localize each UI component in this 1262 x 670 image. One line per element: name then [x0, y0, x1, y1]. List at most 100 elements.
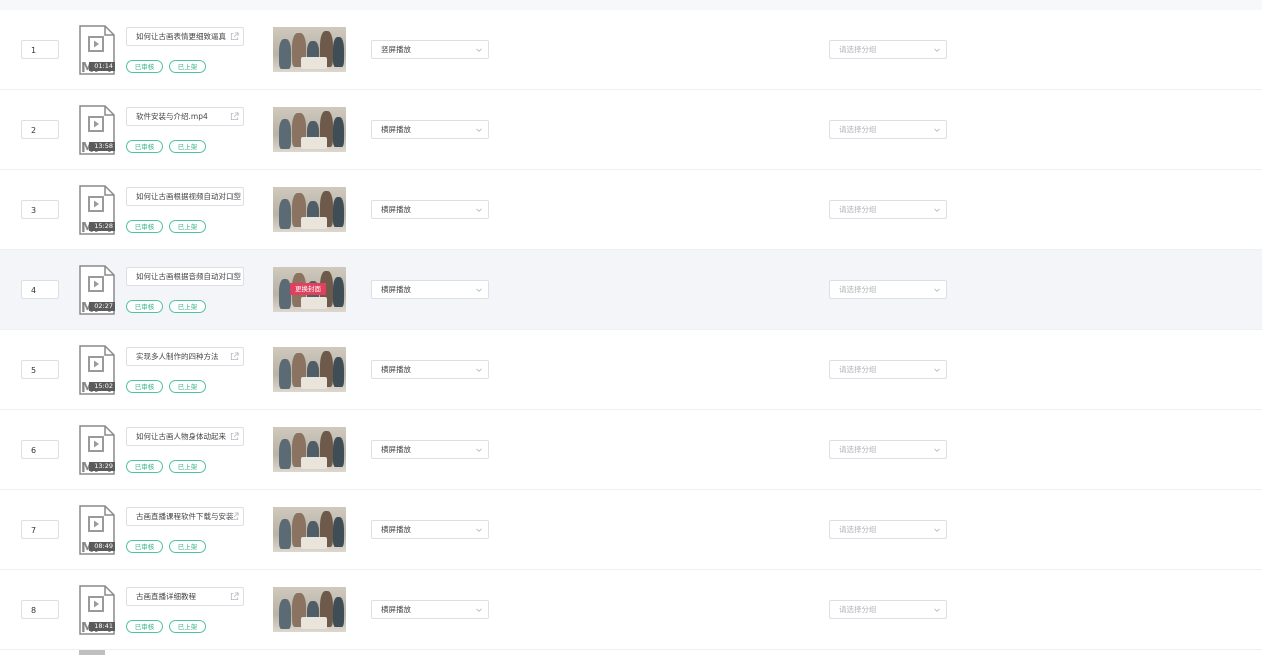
- order-input[interactable]: 3: [21, 200, 59, 219]
- external-link-icon[interactable]: [230, 192, 239, 201]
- chevron-down-icon: [934, 608, 940, 612]
- chevron-down-icon: [934, 128, 940, 132]
- chevron-down-icon: [934, 368, 940, 372]
- change-cover-button[interactable]: 更换封面: [290, 283, 326, 295]
- title-input[interactable]: 如何让古画根据音频自动对口型: [126, 267, 244, 286]
- group-select[interactable]: 请选择分组: [829, 120, 947, 139]
- duration-label: 13:29: [89, 462, 115, 471]
- shelf-status-tag: 已上架: [169, 300, 206, 313]
- external-link-icon[interactable]: [230, 352, 239, 361]
- title-input[interactable]: 如何让古画表情更细致逼真: [126, 27, 244, 46]
- shelf-status-tag: 已上架: [169, 140, 206, 153]
- review-status-tag: 已审核: [126, 300, 163, 313]
- duration-label: 08:49: [89, 542, 115, 551]
- video-thumbnail[interactable]: [273, 507, 346, 552]
- title-input[interactable]: 如何让古画根据视频自动对口型: [126, 187, 244, 206]
- external-link-icon[interactable]: [230, 112, 239, 121]
- play-mode-select[interactable]: 横屏播放: [371, 440, 489, 459]
- group-select[interactable]: 请选择分组: [829, 40, 947, 59]
- duration-label: 02:27: [89, 302, 115, 311]
- group-select[interactable]: 请选择分组: [829, 600, 947, 619]
- video-list: 1 MP4 01:14 如何让古画表情更细致逼真 已审核 已上架: [0, 10, 1262, 650]
- review-status-tag: 已审核: [126, 140, 163, 153]
- title-input[interactable]: 古画直播详细教程: [126, 587, 244, 606]
- shelf-status-tag: 已上架: [169, 60, 206, 73]
- group-select[interactable]: 请选择分组: [829, 280, 947, 299]
- table-row: 7 MP4 08:49 古画直播课程软件下载与安装 已审核 已上架: [0, 490, 1262, 570]
- chevron-down-icon: [476, 368, 482, 372]
- chevron-down-icon: [476, 288, 482, 292]
- order-input[interactable]: 4: [21, 280, 59, 299]
- table-row: 2 MP4 13:58 软件安装与介绍.mp4 已审核 已上架: [0, 90, 1262, 170]
- review-status-tag: 已审核: [126, 60, 163, 73]
- play-mode-select[interactable]: 横屏播放: [371, 200, 489, 219]
- external-link-icon[interactable]: [230, 432, 239, 441]
- chevron-down-icon: [934, 208, 940, 212]
- order-input[interactable]: 5: [21, 360, 59, 379]
- video-thumbnail[interactable]: [273, 187, 346, 232]
- table-row: 6 MP4 13:29 如何让古画人物身体动起来 已审核 已上架: [0, 410, 1262, 490]
- review-status-tag: 已审核: [126, 460, 163, 473]
- chevron-down-icon: [934, 528, 940, 532]
- video-thumbnail[interactable]: [273, 107, 346, 152]
- table-header-strip: [0, 0, 1262, 10]
- external-link-icon[interactable]: [230, 32, 239, 41]
- title-input[interactable]: 古画直播课程软件下载与安装: [126, 507, 244, 526]
- chevron-down-icon: [934, 288, 940, 292]
- video-thumbnail[interactable]: [273, 427, 346, 472]
- chevron-down-icon: [934, 448, 940, 452]
- video-thumbnail[interactable]: [273, 27, 346, 72]
- play-mode-select[interactable]: 横屏播放: [371, 280, 489, 299]
- review-status-tag: 已审核: [126, 380, 163, 393]
- table-row: 4 MP4 02:27 如何让古画根据音频自动对口型 已审核 已上架: [0, 250, 1262, 330]
- video-thumbnail[interactable]: [273, 587, 346, 632]
- play-mode-select[interactable]: 横屏播放: [371, 120, 489, 139]
- external-link-icon[interactable]: [230, 512, 239, 521]
- chevron-down-icon: [476, 208, 482, 212]
- mp4-file-icon: MP4 15:28: [79, 185, 115, 235]
- duration-label: 18:41: [89, 622, 115, 631]
- group-select[interactable]: 请选择分组: [829, 200, 947, 219]
- table-row: 8 MP4 18:41 古画直播详细教程 已审核 已上架: [0, 570, 1262, 650]
- mp4-file-icon: MP4 15:02: [79, 345, 115, 395]
- shelf-status-tag: 已上架: [169, 380, 206, 393]
- review-status-tag: 已审核: [126, 220, 163, 233]
- group-select[interactable]: 请选择分组: [829, 360, 947, 379]
- group-select[interactable]: 请选择分组: [829, 520, 947, 539]
- order-input[interactable]: 6: [21, 440, 59, 459]
- mp4-file-icon: MP4 18:41: [79, 585, 115, 635]
- shelf-status-tag: 已上架: [169, 540, 206, 553]
- table-row: 3 MP4 15:28 如何让古画根据视频自动对口型 已审核 已上架: [0, 170, 1262, 250]
- chevron-down-icon: [476, 48, 482, 52]
- shelf-status-tag: 已上架: [169, 620, 206, 633]
- title-input[interactable]: 软件安装与介绍.mp4: [126, 107, 244, 126]
- video-thumbnail[interactable]: [273, 347, 346, 392]
- shelf-status-tag: 已上架: [169, 220, 206, 233]
- play-mode-select[interactable]: 横屏播放: [371, 520, 489, 539]
- mp4-file-icon: MP4 13:58: [79, 105, 115, 155]
- shelf-status-tag: 已上架: [169, 460, 206, 473]
- next-row-stub: [0, 650, 1262, 670]
- title-input[interactable]: 实现多人制作的四种方法: [126, 347, 244, 366]
- order-input[interactable]: 8: [21, 600, 59, 619]
- order-input[interactable]: 2: [21, 120, 59, 139]
- duration-label: 15:28: [89, 222, 115, 231]
- chevron-down-icon: [476, 128, 482, 132]
- external-link-icon[interactable]: [230, 592, 239, 601]
- table-row: 5 MP4 15:02 实现多人制作的四种方法 已审核 已上架: [0, 330, 1262, 410]
- duration-label: 15:02: [89, 382, 115, 391]
- play-mode-select[interactable]: 横屏播放: [371, 360, 489, 379]
- play-mode-select[interactable]: 竖屏播放: [371, 40, 489, 59]
- review-status-tag: 已审核: [126, 620, 163, 633]
- group-select[interactable]: 请选择分组: [829, 440, 947, 459]
- external-link-icon[interactable]: [230, 272, 239, 281]
- review-status-tag: 已审核: [126, 540, 163, 553]
- video-thumbnail[interactable]: 更换封面: [273, 267, 346, 312]
- table-row: 1 MP4 01:14 如何让古画表情更细致逼真 已审核 已上架: [0, 10, 1262, 90]
- title-input[interactable]: 如何让古画人物身体动起来: [126, 427, 244, 446]
- chevron-down-icon: [476, 528, 482, 532]
- order-input[interactable]: 1: [21, 40, 59, 59]
- play-mode-select[interactable]: 横屏播放: [371, 600, 489, 619]
- duration-label: 01:14: [89, 62, 115, 71]
- order-input[interactable]: 7: [21, 520, 59, 539]
